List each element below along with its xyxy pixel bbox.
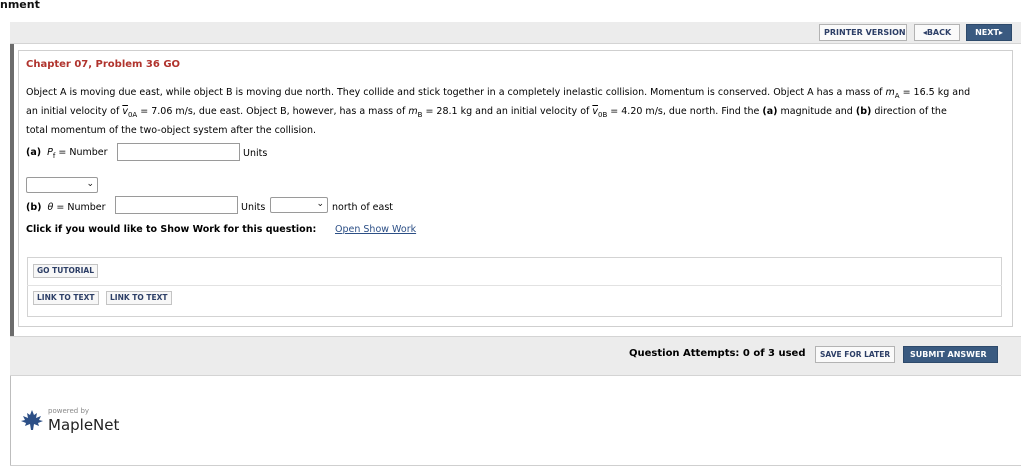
problem-line-2: an initial velocity of v0A = 7.06 m/s, d… <box>26 105 947 119</box>
next-button-label: NEXT <box>975 28 999 37</box>
question-attempts: Question Attempts: 0 of 3 used <box>629 348 806 359</box>
open-show-work-link[interactable]: Open Show Work <box>335 224 416 235</box>
go-tutorial-button[interactable]: GO TUTORIAL <box>33 264 98 278</box>
problem-line-3: total momentum of the two-object system … <box>26 124 316 136</box>
link-to-text-button[interactable]: LINK TO TEXT <box>33 291 99 305</box>
resources-divider <box>27 285 1002 286</box>
maplenet-logo-text: MapleNet <box>48 416 120 434</box>
chevron-down-icon: ⌄ <box>316 199 324 209</box>
part-a-number-input[interactable] <box>117 143 240 161</box>
resources-panel <box>27 257 1002 317</box>
next-button[interactable]: NEXT▸ <box>966 24 1012 41</box>
link-to-text-button-2[interactable]: LINK TO TEXT <box>106 291 172 305</box>
part-b-suffix: north of east <box>332 202 394 213</box>
part-a-units-label: Units <box>243 148 268 159</box>
part-a-label: (a) Pf = Number <box>26 147 108 160</box>
show-work-prompt: Click if you would like to Show Work for… <box>26 224 317 235</box>
left-accent-bar <box>10 44 14 374</box>
printer-version-button[interactable]: PRINTER VERSION <box>819 24 907 41</box>
back-button[interactable]: ◂BACK <box>914 24 960 41</box>
submit-answer-button[interactable]: SUBMIT ANSWER <box>903 346 998 363</box>
chevron-down-icon: ⌄ <box>86 179 94 189</box>
part-a-units-select[interactable]: ⌄ <box>26 177 98 193</box>
chapter-title: Chapter 07, Problem 36 GO <box>26 59 181 70</box>
back-button-label: BACK <box>926 28 952 37</box>
chevron-right-icon: ▸ <box>998 28 1003 37</box>
part-b-units-label: Units <box>241 202 266 213</box>
page-title-fragment: nment <box>0 0 40 11</box>
maple-leaf-icon <box>21 410 43 430</box>
part-b-label: (b) θ = Number <box>26 202 106 213</box>
part-b-number-input[interactable] <box>115 196 238 214</box>
powered-by-label: powered by <box>48 407 90 415</box>
save-for-later-button[interactable]: SAVE FOR LATER <box>815 346 895 363</box>
bottom-divider <box>10 465 1021 466</box>
part-b-units-select[interactable]: ⌄ <box>270 197 328 213</box>
problem-line-1: Object A is moving due east, while objec… <box>26 87 971 100</box>
problem-statement: Object A is moving due east, while objec… <box>26 85 1001 138</box>
